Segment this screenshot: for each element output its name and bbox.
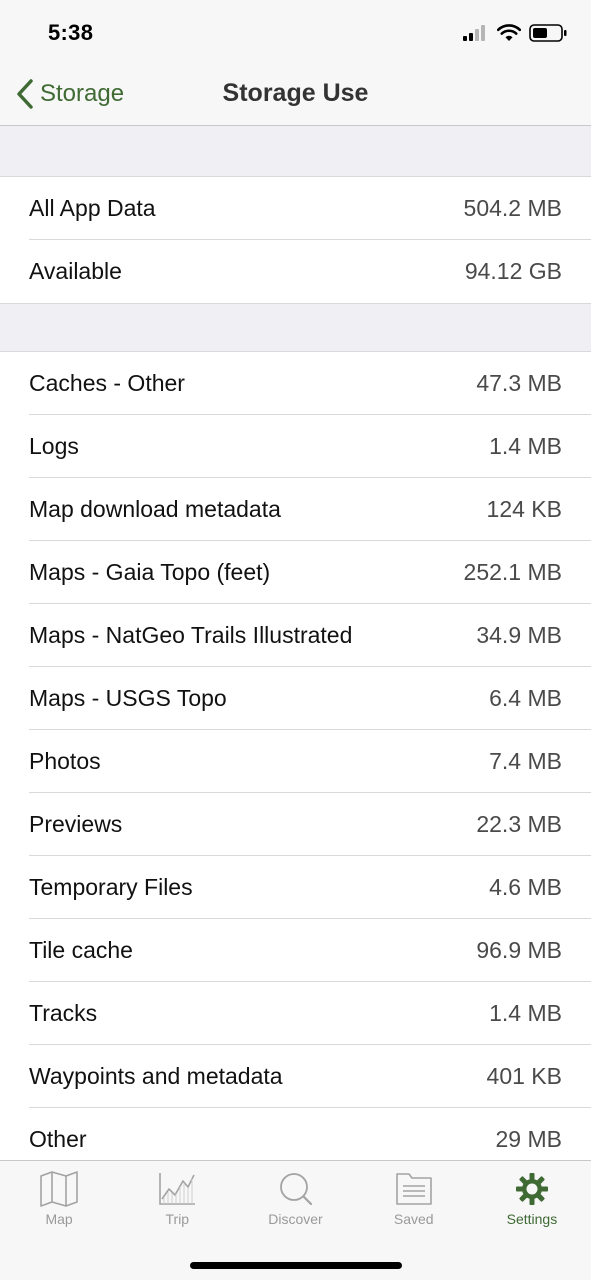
row-value: 47.3 MB [476,370,562,396]
signal-icon [463,25,485,41]
row-value: 401 KB [486,1063,562,1089]
row-value: 96.9 MB [476,937,562,963]
row-value: 4.6 MB [489,874,562,900]
tab-discover[interactable]: Discover [236,1161,354,1245]
storage-row: Maps - USGS Topo 6.4 MB [0,667,591,730]
map-icon [40,1171,78,1207]
storage-row-available: Available 94.12 GB [0,240,591,303]
tab-label: Map [45,1211,73,1227]
row-label: Maps - Gaia Topo (feet) [29,559,271,585]
row-label: Maps - USGS Topo [29,685,227,711]
tab-trip[interactable]: Trip [118,1161,236,1245]
tab-map[interactable]: Map [0,1161,118,1245]
row-label: Caches - Other [29,370,185,396]
status-time: 5:38 [48,20,94,45]
status-icons [463,24,567,42]
storage-row: Logs 1.4 MB [0,415,591,478]
row-label: Maps - NatGeo Trails Illustrated [29,622,353,648]
tab-saved[interactable]: Saved [355,1161,473,1245]
row-value: 22.3 MB [476,811,562,837]
storage-row: Caches - Other 47.3 MB [0,352,591,415]
section-spacer [0,127,591,176]
gear-icon [515,1173,548,1205]
row-value: 124 KB [486,496,562,522]
summary-group: All App Data 504.2 MB Available 94.12 GB [0,176,591,304]
row-value: 1.4 MB [489,433,562,459]
storage-row: Maps - Gaia Topo (feet) 252.1 MB [0,541,591,604]
storage-row: Previews 22.3 MB [0,793,591,856]
row-value: 34.9 MB [476,622,562,648]
home-indicator[interactable] [190,1262,402,1269]
row-label: Tracks [29,1000,98,1026]
storage-row: Tile cache 96.9 MB [0,919,591,982]
status-bar: 5:38 [0,0,591,66]
row-value: 6.4 MB [489,685,562,711]
storage-row-all-app-data: All App Data 504.2 MB [0,177,591,240]
battery-icon [529,24,567,42]
storage-row: Waypoints and metadata 401 KB [0,1045,591,1108]
row-label: Other [29,1126,87,1152]
navigation-bar: Storage Storage Use [0,66,591,126]
storage-row: Map download metadata 124 KB [0,478,591,541]
row-label: Logs [29,433,79,459]
row-label: Previews [29,811,123,837]
row-label: Tile cache [29,937,133,963]
tab-label: Saved [393,1211,434,1227]
row-label: Temporary Files [29,874,193,900]
folder-icon [395,1173,432,1205]
row-value: 252.1 MB [463,559,562,585]
storage-row: Tracks 1.4 MB [0,982,591,1045]
storage-row: Photos 7.4 MB [0,730,591,793]
row-value: 94.12 GB [464,258,562,284]
storage-row: Maps - NatGeo Trails Illustrated 34.9 MB [0,604,591,667]
search-icon [279,1173,312,1206]
row-value: 1.4 MB [489,1000,562,1026]
row-label: Photos [29,748,101,774]
row-label: Waypoints and metadata [29,1063,283,1089]
page-title: Storage Use [222,79,369,107]
row-label: Map download metadata [29,496,281,522]
row-label: Available [29,258,122,284]
tab-label: Settings [506,1211,558,1227]
row-value: 29 MB [495,1126,562,1152]
tab-settings[interactable]: Settings [473,1161,591,1245]
row-value: 7.4 MB [489,748,562,774]
storage-row: Temporary Files 4.6 MB [0,856,591,919]
chart-icon [159,1173,196,1205]
row-label: All App Data [29,195,156,221]
tab-label: Trip [165,1211,190,1227]
row-value: 504.2 MB [463,195,562,221]
tab-label: Discover [268,1211,323,1227]
wifi-icon [497,24,521,41]
tab-bar: Map Trip Discover Saved Settings [0,1160,591,1280]
details-group: Caches - Other 47.3 MB Logs 1.4 MB Map d… [0,351,591,1171]
